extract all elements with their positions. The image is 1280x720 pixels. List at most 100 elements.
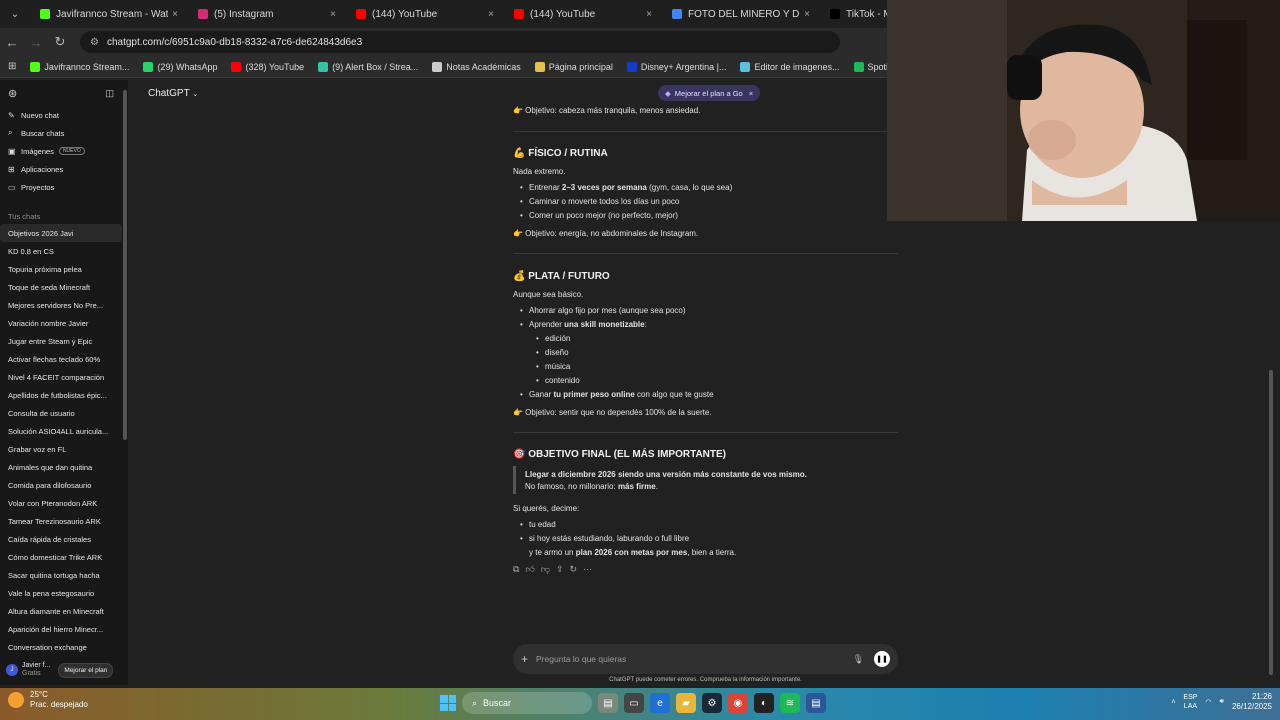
prompt-input[interactable]: Pregunta lo que quieras: [536, 654, 853, 664]
sidebar-item-edit[interactable]: ✎ Nuevo chat: [0, 106, 122, 124]
chat-history-item[interactable]: Animales que dan quitina: [0, 458, 122, 476]
voice-mode-button[interactable]: ❚❚: [874, 651, 890, 667]
weather-widget[interactable]: 25°C Prac. despejado: [8, 690, 88, 710]
steam-icon[interactable]: ⚙: [702, 693, 722, 713]
chat-history-item[interactable]: Mejores servidores No Pre...: [0, 296, 122, 314]
sidebar-item-folder[interactable]: ▭ Proyectos: [0, 178, 122, 196]
obs-icon[interactable]: ◐: [754, 693, 774, 713]
upgrade-go-badge[interactable]: ◆ Mejorar el plan a Go ×: [658, 85, 761, 101]
chat-history-item[interactable]: Toque de seda Minecraft: [0, 278, 122, 296]
bookmark-item[interactable]: Notas Académicas: [432, 61, 521, 72]
chat-history-item[interactable]: Comida para dilofosaurio: [0, 476, 122, 494]
browser-tab[interactable]: Javifrannco Stream - Watch Live×: [30, 0, 188, 28]
skill-item: edición: [536, 334, 570, 343]
chat-history-item[interactable]: Tamear Terezinosaurio ARK: [0, 512, 122, 530]
chat-history-item[interactable]: Cómo domesticar Trike ARK: [0, 548, 122, 566]
browser-tab[interactable]: (144) YouTube ×: [346, 0, 504, 28]
sidebar-item-apps[interactable]: ⊞ Aplicaciones: [0, 160, 122, 178]
model-selector[interactable]: ChatGPT ⌄: [148, 88, 198, 99]
tab-close-icon[interactable]: ×: [330, 9, 336, 20]
chat-history-item[interactable]: Solución ASIO4ALL auricula...: [0, 422, 122, 440]
forward-icon[interactable]: →: [24, 35, 48, 50]
browser-tab[interactable]: FOTO DEL MINERO Y DIAMANTE ×: [662, 0, 820, 28]
tab-title: Javifrannco Stream - Watch Live: [56, 8, 169, 20]
date: 26/12/2025: [1231, 702, 1272, 711]
reload-icon[interactable]: ↻: [48, 34, 72, 50]
bookmark-item[interactable]: Javifrannco Stream...: [30, 61, 129, 72]
tab-close-icon[interactable]: ×: [804, 9, 810, 20]
regenerate-icon[interactable]: ↻: [570, 564, 578, 575]
language-indicator[interactable]: ESP LAA: [1183, 693, 1197, 711]
tab-close-icon[interactable]: ×: [172, 9, 178, 20]
taskview-icon[interactable]: ▭: [624, 693, 644, 713]
composer[interactable]: + Pregunta lo que quieras 🎙︎ ❚❚: [513, 644, 898, 674]
chat-history-item[interactable]: KD 0.8 en CS: [0, 242, 122, 260]
chat-history-item[interactable]: Objetivos 2026 Javi: [0, 224, 122, 242]
chat-history-item[interactable]: Activar flechas teclado 60%: [0, 350, 122, 368]
url-field[interactable]: ⚙ chatgpt.com/c/6951c9a0-db18-8332-a7c6-…: [80, 31, 840, 53]
bookmark-item[interactable]: (29) WhatsApp: [143, 61, 217, 72]
chevron-up-icon[interactable]: ˄: [1171, 699, 1175, 706]
tab-close-icon[interactable]: ×: [488, 9, 494, 20]
file-explorer-icon[interactable]: ▰: [676, 693, 696, 713]
avatar[interactable]: J: [6, 664, 18, 676]
browser-tab[interactable]: (5) Instagram ×: [188, 0, 346, 28]
quote-line-2: No famoso, no millonario: más firme.: [525, 482, 658, 491]
notepad-icon[interactable]: ▤: [806, 693, 826, 713]
chat-history-item[interactable]: Volar con Pteranodon ARK: [0, 494, 122, 512]
divider: [513, 253, 898, 254]
openai-logo-icon[interactable]: ⊛: [8, 87, 17, 100]
wifi-icon[interactable]: ◠: [1205, 698, 1211, 706]
windows-start-icon[interactable]: [440, 695, 456, 711]
volume-icon[interactable]: 🔊︎: [1220, 698, 1224, 706]
bookmark-item[interactable]: Editor de imagenes...: [740, 61, 840, 72]
chat-history-item[interactable]: Altura diamante en Minecraft: [0, 602, 122, 620]
chat-history-item[interactable]: Jugar entre Steam y Epic: [0, 332, 122, 350]
divider: [513, 432, 898, 433]
bookmark-item[interactable]: (328) YouTube: [231, 61, 304, 72]
tab-close-icon[interactable]: ×: [646, 9, 652, 20]
divider: [513, 131, 898, 132]
spotify-icon[interactable]: ≋: [780, 693, 800, 713]
chat-history-item[interactable]: Consulta de usuario: [0, 404, 122, 422]
chat-history-item[interactable]: Sacar quitina tortuga hacha: [0, 566, 122, 584]
copy-icon[interactable]: ⧉: [513, 564, 519, 575]
chat-history-item[interactable]: Nivel 4 FACEIT comparación: [0, 368, 122, 386]
lang-top: ESP: [1183, 694, 1198, 701]
chat-history-item[interactable]: Caída rápida de cristales: [0, 530, 122, 548]
chat-history-item[interactable]: Conversation exchange: [0, 638, 122, 656]
close-icon[interactable]: ×: [749, 89, 753, 98]
plus-icon[interactable]: +: [521, 652, 528, 666]
apps-grid-icon[interactable]: ⊞: [8, 61, 16, 72]
microphone-icon[interactable]: 🎙︎: [853, 654, 864, 665]
user-profile[interactable]: J Javier f... Gratis Mejorar el plan: [0, 655, 122, 685]
bookmark-favicon-icon: [432, 61, 443, 72]
bookmark-item[interactable]: Página principal: [534, 61, 613, 72]
thumbs-down-icon[interactable]: 👎︎: [541, 564, 550, 575]
chat-history-item[interactable]: Variación nombre Javier: [0, 314, 122, 332]
tab-title: (5) Instagram: [214, 8, 274, 20]
close-sidebar-icon[interactable]: ◫: [105, 88, 114, 99]
chat-history-item[interactable]: Topuria próxima pelea: [0, 260, 122, 278]
chat-history-item[interactable]: Apellidos de futbolistas épic...: [0, 386, 122, 404]
site-info-icon[interactable]: ⚙: [90, 37, 99, 48]
upgrade-plan-button[interactable]: Mejorar el plan: [58, 662, 114, 678]
sidebar-item-search[interactable]: ⌕ Buscar chats: [0, 124, 122, 142]
app-thumbnail-icon[interactable]: ▤: [598, 693, 618, 713]
clock[interactable]: 21:26 26/12/2025: [1232, 692, 1272, 712]
browser-tab[interactable]: (144) YouTube ×: [504, 0, 662, 28]
share-icon[interactable]: ⇪: [556, 564, 564, 575]
tab-search-icon[interactable]: ⌄: [0, 0, 30, 28]
taskbar-search[interactable]: ⌕ Buscar: [462, 692, 592, 714]
chrome-icon[interactable]: ◉: [728, 693, 748, 713]
chat-history-item[interactable]: Vale la pena estegosaurio: [0, 584, 122, 602]
edge-icon[interactable]: e: [650, 693, 670, 713]
thumbs-up-icon[interactable]: 👍︎: [525, 564, 534, 575]
bookmark-item[interactable]: Disney+ Argentina |...: [626, 61, 726, 72]
sidebar-item-image[interactable]: ▣ Imágenes NUEVO: [0, 142, 122, 160]
chat-history-item[interactable]: Grabar voz en FL: [0, 440, 122, 458]
back-icon[interactable]: ←: [0, 35, 24, 50]
chat-history-item[interactable]: Aparición del hierro Minecr...: [0, 620, 122, 638]
more-icon[interactable]: ⋯: [583, 564, 592, 575]
bookmark-item[interactable]: (9) Alert Box / Strea...: [318, 61, 418, 72]
